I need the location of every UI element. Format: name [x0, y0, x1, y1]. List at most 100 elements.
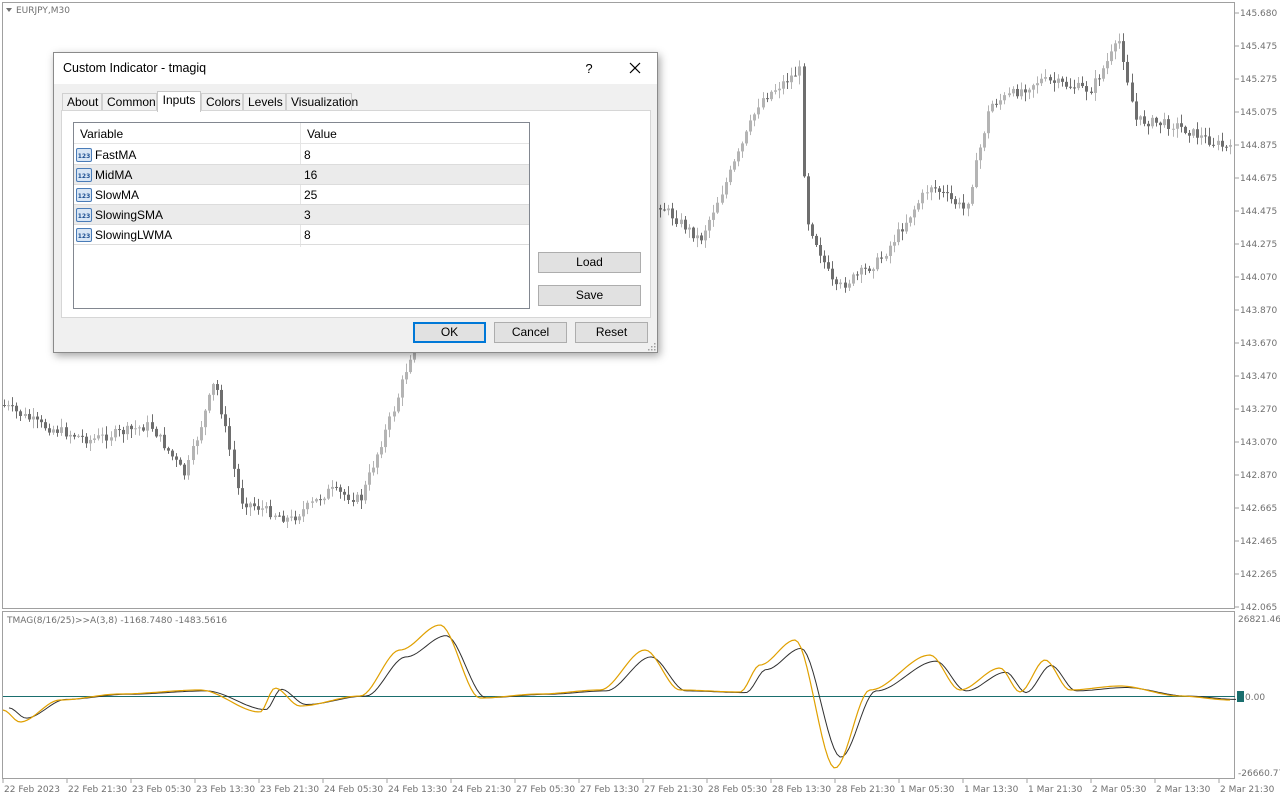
candle-body: [999, 100, 1002, 105]
integer-type-icon-text: 123: [78, 173, 91, 180]
candle-body: [1114, 43, 1117, 52]
indicator-label: TMAG(8/16/25)>>A(3,8) -1168.7480 -1483.5…: [6, 616, 227, 626]
candle-body: [48, 428, 51, 433]
price-axis: 145.680 145.475 145.275 145.075 144.875 144.6…: [1235, 9, 1277, 613]
price-tick-label: 144.675: [1240, 174, 1277, 184]
candle-body: [159, 434, 162, 437]
integer-type-icon-text: 123: [78, 153, 91, 160]
candle-body: [224, 414, 227, 427]
candle-body: [409, 359, 412, 373]
candle-body: [757, 107, 760, 115]
candle-body: [237, 468, 240, 489]
variable-value[interactable]: 8: [304, 148, 311, 162]
candle-body: [311, 501, 314, 503]
cancel-button[interactable]: Cancel: [494, 322, 567, 343]
candle-body: [1008, 93, 1011, 96]
candle-body: [987, 111, 990, 134]
candle-body: [155, 428, 158, 437]
save-button[interactable]: Save: [538, 285, 641, 306]
candle-body: [1057, 78, 1060, 83]
candle-body: [1053, 80, 1056, 83]
candle-body: [704, 230, 707, 241]
dialog-titlebar[interactable]: Custom Indicator - tmagiq ?: [54, 53, 657, 84]
table-row[interactable]: 123 SlowingSMA 3: [74, 205, 529, 225]
candle-body: [200, 427, 203, 441]
help-button[interactable]: ?: [576, 53, 602, 84]
candle-body: [1204, 135, 1207, 137]
time-tick-label: 2 Mar 13:30: [1156, 785, 1211, 795]
close-button[interactable]: [620, 53, 650, 84]
candle-body: [204, 410, 207, 428]
integer-type-icon: 123: [76, 228, 92, 242]
candle-body: [1081, 82, 1084, 87]
candle-body: [1090, 91, 1093, 93]
ok-button[interactable]: OK: [413, 322, 486, 343]
candle-body: [15, 405, 18, 412]
candle-body: [110, 437, 113, 441]
column-header-variable[interactable]: Variable: [80, 127, 123, 141]
candle-body: [844, 282, 847, 288]
price-tick-label: 142.065: [1240, 603, 1277, 613]
candle-body: [868, 268, 871, 272]
variable-value[interactable]: 25: [304, 188, 317, 202]
candle-body: [302, 509, 305, 517]
inputs-grid[interactable]: Variable Value 123 FastMA 8 123 MidMA 16 123 Sl…: [73, 122, 530, 309]
candle-body: [1073, 87, 1076, 89]
tab-inputs[interactable]: Inputs: [157, 91, 201, 112]
candle-body: [278, 515, 281, 517]
candle-body: [1069, 86, 1072, 88]
chart-window[interactable]: 145.680 145.475 145.275 145.075 144.875 144.6…: [0, 0, 1280, 800]
dialog-title: Custom Indicator - tmagiq: [63, 61, 207, 75]
table-row[interactable]: 123 SlowingLWMA 8: [74, 225, 529, 245]
table-row[interactable]: 123 SlowMA 25: [74, 185, 529, 205]
candle-body: [192, 446, 195, 461]
candle-body: [733, 161, 736, 170]
candle-body: [1229, 145, 1232, 147]
candle-body: [60, 427, 63, 433]
collapse-triangle-icon[interactable]: [6, 8, 12, 12]
candle-body: [24, 413, 27, 416]
price-tick-label: 143.470: [1240, 372, 1277, 382]
candle-body: [708, 219, 711, 231]
candle-body: [138, 427, 141, 429]
resize-grip-icon[interactable]: [648, 343, 656, 351]
load-button[interactable]: Load: [538, 252, 641, 273]
candle-body: [692, 227, 695, 239]
candle-body: [909, 217, 912, 223]
candle-body: [1167, 119, 1170, 129]
time-tick-label: 28 Feb 05:30: [708, 785, 767, 795]
candle-body: [983, 133, 986, 148]
table-row[interactable]: 123 FastMA 8: [74, 145, 529, 165]
candle-body: [880, 257, 883, 259]
candle-body: [671, 208, 674, 219]
candle-body: [245, 503, 248, 508]
candle-body: [187, 460, 190, 476]
candle-body: [130, 425, 133, 430]
variable-name: MidMA: [95, 168, 133, 182]
candle-body: [839, 282, 842, 285]
reset-button[interactable]: Reset: [575, 322, 648, 343]
candle-body: [1135, 101, 1138, 120]
candle-body: [196, 440, 199, 447]
candle-body: [298, 516, 301, 521]
candle-body: [114, 429, 117, 438]
candle-body: [876, 257, 879, 270]
indicator-series: [2, 624, 1236, 769]
variable-value[interactable]: 16: [304, 168, 317, 182]
candle-body: [97, 435, 100, 439]
candle-body: [794, 75, 797, 77]
candle-body: [663, 209, 666, 211]
table-row[interactable]: 123 MidMA 16: [74, 165, 529, 185]
candle-body: [315, 499, 318, 502]
candle-body: [19, 411, 22, 416]
candle-body: [368, 472, 371, 485]
column-header-value[interactable]: Value: [307, 127, 337, 141]
candle-body: [1024, 89, 1027, 93]
variable-value[interactable]: 3: [304, 208, 311, 222]
candle-body: [1085, 86, 1088, 92]
candle-body: [175, 456, 178, 460]
candle-body: [954, 199, 957, 205]
candle-body: [249, 503, 252, 508]
price-tick-label: 144.070: [1240, 273, 1277, 283]
variable-value[interactable]: 8: [304, 228, 311, 242]
